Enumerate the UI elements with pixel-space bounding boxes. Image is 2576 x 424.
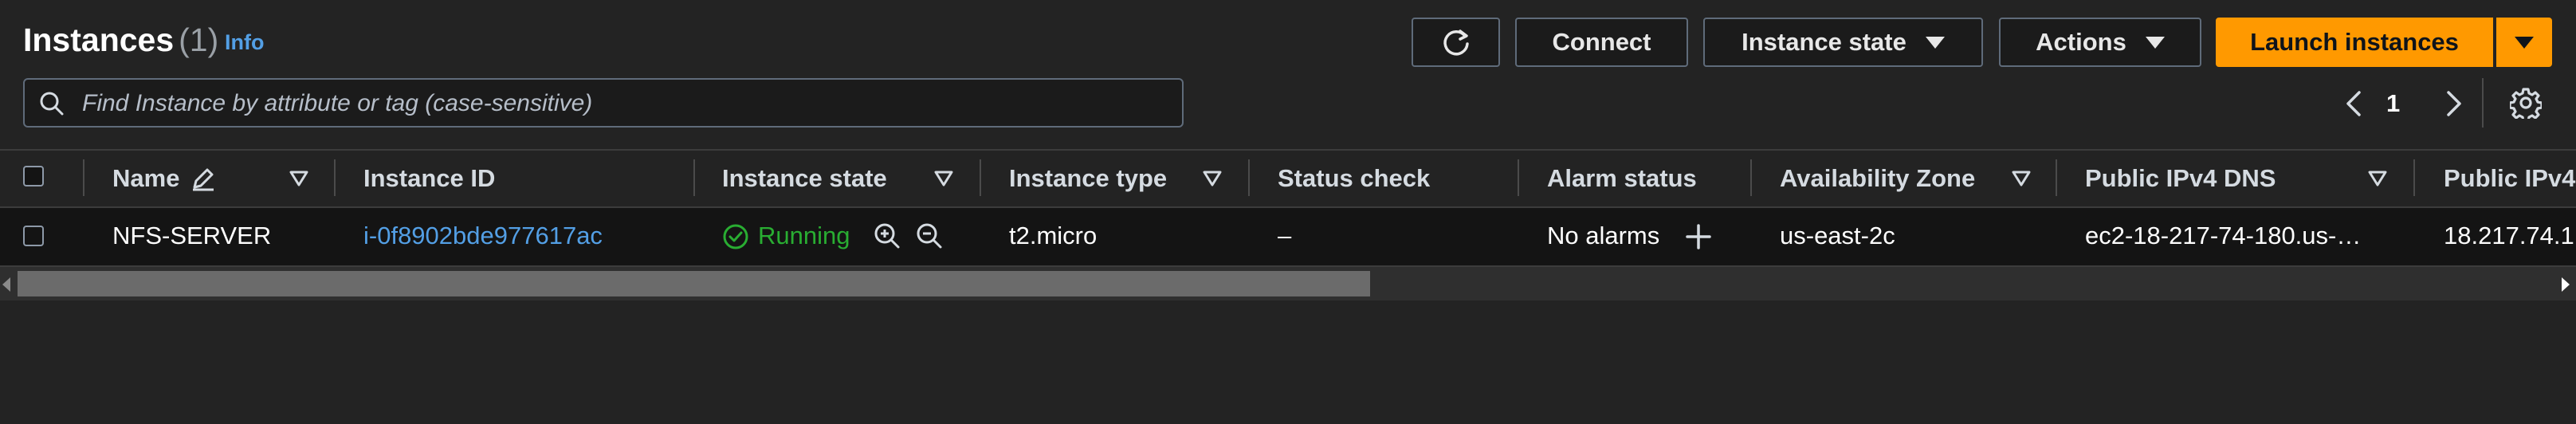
current-page-number[interactable]: 1: [2386, 88, 2400, 120]
instance-state-label: Instance state: [1742, 28, 1906, 56]
refresh-button[interactable]: [1412, 18, 1500, 67]
scroll-left-icon[interactable]: [2, 277, 10, 292]
add-alarm-icon[interactable]: [1685, 223, 1712, 250]
select-all-checkbox[interactable]: [23, 166, 44, 186]
instance-type-value: t2.micro: [1009, 222, 1098, 249]
edit-pencil-icon: [193, 168, 214, 191]
row-select-checkbox[interactable]: [23, 226, 44, 246]
page-title-text: Instances: [23, 22, 175, 58]
pagination-divider: [2482, 78, 2484, 128]
connect-label: Connect: [1552, 28, 1651, 56]
column-separator: [1248, 159, 1250, 196]
previous-page-icon[interactable]: [2342, 89, 2366, 118]
column-header-public-ipv4-dns[interactable]: Public IPv4 DNS: [2085, 163, 2276, 194]
column-separator: [2056, 159, 2057, 196]
actions-button[interactable]: Actions: [1999, 18, 2201, 67]
scrollbar-thumb[interactable]: [18, 271, 1370, 296]
column-separator: [980, 159, 981, 196]
column-header-alarm-status[interactable]: Alarm status: [1547, 163, 1697, 194]
launch-instances-label: Launch instances: [2250, 28, 2459, 56]
info-link[interactable]: Info: [225, 29, 264, 56]
zoom-out-icon[interactable]: [915, 222, 944, 250]
availability-zone-value: us-east-2c: [1780, 222, 1895, 249]
column-separator: [1518, 159, 1519, 196]
sort-icon[interactable]: [289, 171, 308, 186]
caret-down-icon: [2515, 36, 2534, 49]
connect-button[interactable]: Connect: [1515, 18, 1688, 67]
launch-instances-button[interactable]: Launch instances: [2216, 18, 2493, 67]
search-box[interactable]: [23, 78, 1184, 128]
public-ipv4-value: 18.217.74.1: [2444, 222, 2574, 249]
sort-icon[interactable]: [2012, 171, 2031, 186]
caret-down-icon: [2145, 36, 2165, 49]
page-title: Instances (1): [23, 19, 218, 61]
sort-icon[interactable]: [2368, 171, 2387, 186]
instance-state-button[interactable]: Instance state: [1703, 18, 1983, 67]
column-header-instance-state[interactable]: Instance state: [722, 163, 887, 194]
column-separator: [693, 159, 695, 196]
column-separator: [1750, 159, 1752, 196]
sort-icon[interactable]: [1203, 171, 1222, 186]
actions-label: Actions: [2036, 28, 2126, 56]
column-separator: [334, 159, 336, 196]
status-check-value: –: [1278, 222, 1292, 249]
search-icon: [40, 92, 64, 116]
refresh-icon: [1443, 29, 1469, 56]
column-header-public-ipv4[interactable]: Public IPv4: [2444, 163, 2575, 194]
public-ipv4-dns-value: ec2-18-217-74-180.us-…: [2085, 222, 2362, 249]
caret-down-icon: [1925, 36, 1945, 49]
sort-icon[interactable]: [934, 171, 953, 186]
column-separator: [2413, 159, 2415, 196]
column-header-status-check[interactable]: Status check: [1278, 163, 1430, 194]
instance-id-link[interactable]: i-0f8902bde977617ac: [363, 220, 603, 252]
next-page-icon[interactable]: [2442, 89, 2466, 118]
scroll-right-icon[interactable]: [2562, 277, 2570, 292]
column-header-name[interactable]: Name: [112, 163, 179, 194]
launch-instances-dropdown-button[interactable]: [2496, 18, 2552, 67]
instance-state-value: Running: [758, 222, 850, 249]
zoom-in-icon[interactable]: [873, 222, 901, 250]
column-separator: [83, 159, 84, 196]
instance-count: (1): [179, 22, 219, 58]
column-header-availability-zone[interactable]: Availability Zone: [1780, 163, 1975, 194]
instance-name: NFS-SERVER: [112, 222, 272, 249]
running-check-icon: [723, 224, 748, 249]
column-header-instance-id[interactable]: Instance ID: [363, 163, 495, 194]
settings-gear-icon[interactable]: [2510, 87, 2542, 119]
column-header-instance-type[interactable]: Instance type: [1009, 163, 1167, 194]
search-input[interactable]: [80, 86, 1168, 121]
alarm-status-value: No alarms: [1547, 222, 1660, 249]
